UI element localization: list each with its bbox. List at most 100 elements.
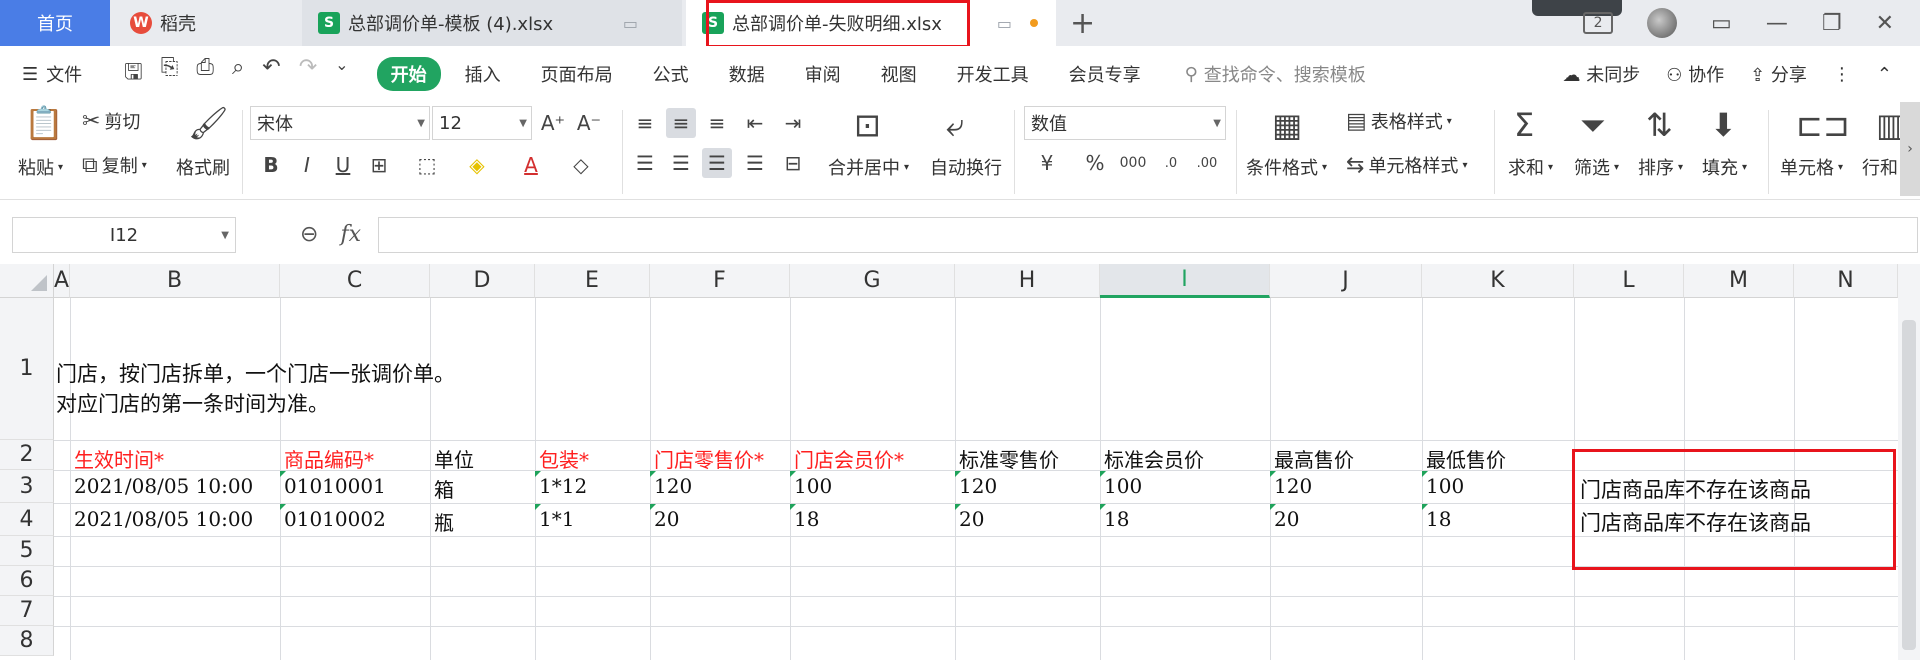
currency-icon[interactable]: ¥ xyxy=(1032,148,1062,178)
increase-decimal-icon[interactable]: .0 xyxy=(1156,148,1186,178)
row-header-4[interactable]: 4 xyxy=(0,503,54,536)
table-cell[interactable]: 120 xyxy=(649,471,692,498)
increase-font-icon[interactable]: A⁺ xyxy=(538,108,568,138)
row-header-2[interactable]: 2 xyxy=(0,440,54,470)
menu-tab-start[interactable]: 开始 xyxy=(376,57,441,91)
collab-button[interactable]: ⚇ 协作 xyxy=(1666,61,1724,87)
align-left-icon[interactable]: ☰ xyxy=(630,148,660,178)
table-cell[interactable]: 01010002 xyxy=(280,504,386,531)
sum-button[interactable]: 求和 ▾ xyxy=(1508,154,1553,180)
table-style-button[interactable]: ▤ 表格样式 ▾ xyxy=(1346,108,1452,134)
table-cell[interactable]: 120 xyxy=(1269,471,1312,498)
header-cell[interactable]: 门店零售价* xyxy=(654,444,764,473)
print-icon[interactable]: ⎙ xyxy=(196,55,214,93)
column-header-j[interactable]: J xyxy=(1270,264,1422,298)
conditional-format-button[interactable]: 条件格式 ▾ xyxy=(1246,154,1327,180)
wrap-text-icon[interactable]: ⤶ xyxy=(946,106,964,145)
wrap-text-button[interactable]: 自动换行 xyxy=(930,154,1002,180)
share-button[interactable]: ⇪ 分享 xyxy=(1750,61,1807,87)
export-icon[interactable]: ⎘ xyxy=(161,55,179,93)
vertical-scrollbar[interactable] xyxy=(1898,264,1920,660)
border-icon[interactable]: ⊞ xyxy=(364,150,394,180)
row-header-1[interactable]: 1 xyxy=(0,298,54,440)
align-right-icon[interactable]: ☰ xyxy=(702,148,732,178)
menu-tab-data[interactable]: 数据 xyxy=(729,61,765,87)
new-tab-button[interactable]: + xyxy=(1070,6,1095,41)
column-header-f[interactable]: F xyxy=(650,264,790,298)
fill-icon[interactable]: ⬇ xyxy=(1710,106,1737,144)
thousands-icon[interactable]: 000 xyxy=(1118,148,1148,178)
table-cell[interactable]: 20 xyxy=(954,504,984,531)
align-middle-icon[interactable]: ≡ xyxy=(666,108,696,138)
table-cell[interactable]: 18 xyxy=(1421,504,1451,531)
number-format-select[interactable]: 数值 ▼ xyxy=(1024,106,1226,140)
table-cell[interactable]: 1*1 xyxy=(534,504,574,531)
font-name-select[interactable]: 宋体 ▼ xyxy=(250,106,430,140)
save-icon[interactable]: 🖫 xyxy=(124,55,143,93)
cell-icon[interactable]: ⊏⊐ xyxy=(1796,106,1850,144)
cell-button[interactable]: 单元格 ▾ xyxy=(1780,154,1843,180)
print-preview-icon[interactable]: ⌕ xyxy=(232,55,244,93)
cut-button[interactable]: ✂ 剪切 xyxy=(82,108,140,134)
table-cell[interactable]: 1*12 xyxy=(534,471,587,498)
filter-icon[interactable]: ⏷ xyxy=(1580,106,1606,145)
table-cell[interactable]: 100 xyxy=(789,471,832,498)
header-cell[interactable]: 生效时间* xyxy=(74,444,164,473)
column-header-k[interactable]: K xyxy=(1422,264,1574,298)
menu-tab-developer[interactable]: 开发工具 xyxy=(957,61,1029,87)
tab-home[interactable]: 首页 xyxy=(0,0,110,46)
column-header-e[interactable]: E xyxy=(535,264,650,298)
formula-input[interactable] xyxy=(378,217,1918,253)
file-menu-button[interactable]: ☰ 文件 xyxy=(22,61,102,87)
redo-icon[interactable]: ↷ xyxy=(299,55,317,93)
ribbon-scroll-right[interactable]: › xyxy=(1900,102,1920,196)
filter-button[interactable]: 筛选 ▾ xyxy=(1574,154,1619,180)
restore-icon[interactable]: ❐ xyxy=(1822,11,1842,36)
row-header-8[interactable]: 8 xyxy=(0,626,54,656)
column-header-d[interactable]: D xyxy=(430,264,535,298)
table-cell[interactable]: 100 xyxy=(1421,471,1464,498)
row-header-7[interactable]: 7 xyxy=(0,596,54,626)
table-cell[interactable]: 2021/08/05 10:00 xyxy=(74,474,253,498)
fx-icon[interactable]: fx xyxy=(340,222,361,247)
avatar[interactable] xyxy=(1647,8,1678,38)
header-cell[interactable]: 商品编码* xyxy=(284,444,374,473)
undo-icon[interactable]: ↶ xyxy=(262,55,280,93)
outdent-icon[interactable]: ⇤ xyxy=(740,108,770,138)
format-painter-button[interactable]: 格式刷 xyxy=(176,154,230,180)
table-cell[interactable]: 120 xyxy=(954,471,997,498)
header-cell[interactable]: 最低售价 xyxy=(1426,444,1506,473)
distribute-icon[interactable]: ⊟ xyxy=(778,148,808,178)
select-all-corner[interactable] xyxy=(0,264,54,298)
table-cell[interactable]: 箱 xyxy=(434,474,454,503)
column-header-c[interactable]: C xyxy=(280,264,430,298)
row-header-5[interactable]: 5 xyxy=(0,536,54,566)
italic-icon[interactable]: I xyxy=(292,150,322,180)
column-header-a[interactable]: A xyxy=(54,264,70,298)
header-cell[interactable]: 标准会员价 xyxy=(1104,444,1204,473)
window-count-badge[interactable]: 2 xyxy=(1583,12,1614,34)
menu-tab-formula[interactable]: 公式 xyxy=(653,61,689,87)
menu-tab-page-layout[interactable]: 页面布局 xyxy=(541,61,613,87)
align-center-icon[interactable]: ☰ xyxy=(666,148,696,178)
close-icon[interactable]: ✕ xyxy=(1876,11,1894,36)
fill-button[interactable]: 填充 ▾ xyxy=(1702,154,1747,180)
zoom-icon[interactable]: ⊖ xyxy=(300,222,318,247)
cell-style-button[interactable]: ⇆ 单元格样式 ▾ xyxy=(1346,152,1467,178)
paste-icon[interactable]: 📋 xyxy=(24,104,64,142)
underline-icon[interactable]: U xyxy=(328,150,358,180)
column-header-n[interactable]: N xyxy=(1794,264,1898,298)
clear-icon[interactable]: ◇ xyxy=(566,150,596,180)
menu-tab-member[interactable]: 会员专享 xyxy=(1069,61,1141,87)
row-header-3[interactable]: 3 xyxy=(0,470,54,503)
sync-button[interactable]: ☁ 未同步 xyxy=(1563,61,1641,87)
column-header-h[interactable]: H xyxy=(955,264,1100,298)
table-cell[interactable]: 18 xyxy=(789,504,819,531)
format-painter-icon[interactable]: 🖌 xyxy=(188,104,229,142)
table-cell[interactable]: 100 xyxy=(1099,471,1142,498)
rowcol-button[interactable]: 行和 xyxy=(1862,154,1898,180)
merge-icon[interactable]: ⊡ xyxy=(854,106,881,144)
header-cell[interactable]: 单位 xyxy=(434,444,474,473)
header-cell[interactable]: 最高售价 xyxy=(1274,444,1354,473)
table-cell[interactable]: 20 xyxy=(649,504,679,531)
